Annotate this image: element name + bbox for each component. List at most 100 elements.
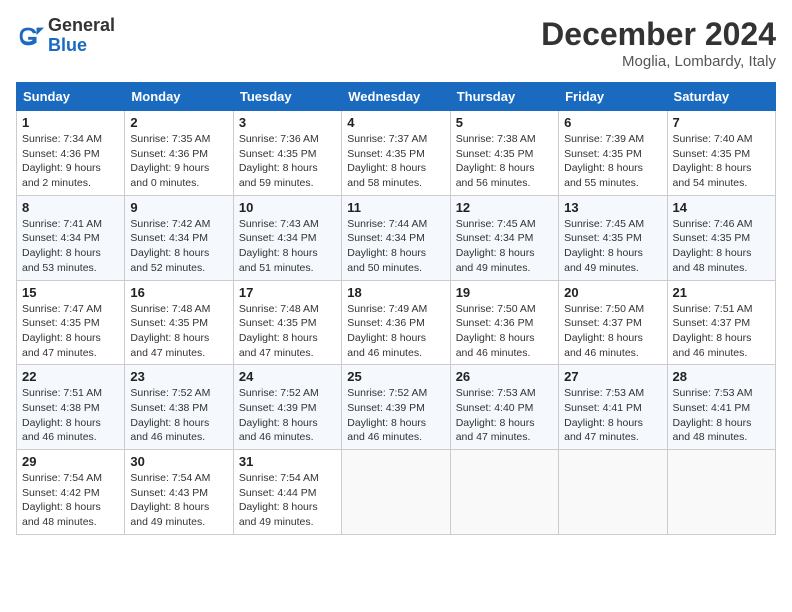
- calendar-cell: 28 Sunrise: 7:53 AM Sunset: 4:41 PM Dayl…: [667, 365, 775, 450]
- day-info: Sunrise: 7:52 AM Sunset: 4:39 PM Dayligh…: [347, 386, 444, 445]
- day-info: Sunrise: 7:38 AM Sunset: 4:35 PM Dayligh…: [456, 132, 553, 191]
- calendar-cell: 21 Sunrise: 7:51 AM Sunset: 4:37 PM Dayl…: [667, 280, 775, 365]
- day-info: Sunrise: 7:34 AM Sunset: 4:36 PM Dayligh…: [22, 132, 119, 191]
- day-number: 5: [456, 115, 553, 130]
- calendar-cell: [450, 450, 558, 535]
- day-info: Sunrise: 7:54 AM Sunset: 4:42 PM Dayligh…: [22, 471, 119, 530]
- day-number: 16: [130, 285, 227, 300]
- day-number: 7: [673, 115, 770, 130]
- location: Moglia, Lombardy, Italy: [541, 53, 776, 70]
- logo-blue-text: Blue: [48, 36, 115, 56]
- calendar-cell: 15 Sunrise: 7:47 AM Sunset: 4:35 PM Dayl…: [17, 280, 125, 365]
- logo-text: General Blue: [48, 16, 115, 56]
- day-info: Sunrise: 7:54 AM Sunset: 4:43 PM Dayligh…: [130, 471, 227, 530]
- calendar-cell: 4 Sunrise: 7:37 AM Sunset: 4:35 PM Dayli…: [342, 111, 450, 196]
- day-info: Sunrise: 7:46 AM Sunset: 4:35 PM Dayligh…: [673, 217, 770, 276]
- calendar-cell: 8 Sunrise: 7:41 AM Sunset: 4:34 PM Dayli…: [17, 195, 125, 280]
- day-info: Sunrise: 7:47 AM Sunset: 4:35 PM Dayligh…: [22, 302, 119, 361]
- day-info: Sunrise: 7:44 AM Sunset: 4:34 PM Dayligh…: [347, 217, 444, 276]
- day-number: 29: [22, 454, 119, 469]
- day-number: 6: [564, 115, 661, 130]
- day-number: 17: [239, 285, 336, 300]
- day-number: 3: [239, 115, 336, 130]
- day-number: 26: [456, 369, 553, 384]
- day-number: 23: [130, 369, 227, 384]
- day-info: Sunrise: 7:54 AM Sunset: 4:44 PM Dayligh…: [239, 471, 336, 530]
- calendar-cell: [667, 450, 775, 535]
- day-number: 30: [130, 454, 227, 469]
- day-info: Sunrise: 7:39 AM Sunset: 4:35 PM Dayligh…: [564, 132, 661, 191]
- day-number: 4: [347, 115, 444, 130]
- day-number: 27: [564, 369, 661, 384]
- calendar-cell: 2 Sunrise: 7:35 AM Sunset: 4:36 PM Dayli…: [125, 111, 233, 196]
- col-header-sunday: Sunday: [17, 83, 125, 111]
- day-info: Sunrise: 7:48 AM Sunset: 4:35 PM Dayligh…: [130, 302, 227, 361]
- calendar-cell: 10 Sunrise: 7:43 AM Sunset: 4:34 PM Dayl…: [233, 195, 341, 280]
- day-info: Sunrise: 7:43 AM Sunset: 4:34 PM Dayligh…: [239, 217, 336, 276]
- calendar-cell: 29 Sunrise: 7:54 AM Sunset: 4:42 PM Dayl…: [17, 450, 125, 535]
- calendar-cell: 20 Sunrise: 7:50 AM Sunset: 4:37 PM Dayl…: [559, 280, 667, 365]
- day-info: Sunrise: 7:35 AM Sunset: 4:36 PM Dayligh…: [130, 132, 227, 191]
- calendar-cell: 16 Sunrise: 7:48 AM Sunset: 4:35 PM Dayl…: [125, 280, 233, 365]
- calendar-cell: 1 Sunrise: 7:34 AM Sunset: 4:36 PM Dayli…: [17, 111, 125, 196]
- day-info: Sunrise: 7:40 AM Sunset: 4:35 PM Dayligh…: [673, 132, 770, 191]
- logo-general: General: [48, 16, 115, 36]
- calendar-cell: 25 Sunrise: 7:52 AM Sunset: 4:39 PM Dayl…: [342, 365, 450, 450]
- day-info: Sunrise: 7:50 AM Sunset: 4:36 PM Dayligh…: [456, 302, 553, 361]
- day-number: 22: [22, 369, 119, 384]
- day-info: Sunrise: 7:37 AM Sunset: 4:35 PM Dayligh…: [347, 132, 444, 191]
- day-info: Sunrise: 7:36 AM Sunset: 4:35 PM Dayligh…: [239, 132, 336, 191]
- calendar-cell: 11 Sunrise: 7:44 AM Sunset: 4:34 PM Dayl…: [342, 195, 450, 280]
- calendar-cell: 7 Sunrise: 7:40 AM Sunset: 4:35 PM Dayli…: [667, 111, 775, 196]
- col-header-saturday: Saturday: [667, 83, 775, 111]
- day-info: Sunrise: 7:53 AM Sunset: 4:40 PM Dayligh…: [456, 386, 553, 445]
- day-number: 20: [564, 285, 661, 300]
- calendar-cell: 27 Sunrise: 7:53 AM Sunset: 4:41 PM Dayl…: [559, 365, 667, 450]
- day-number: 13: [564, 200, 661, 215]
- day-number: 18: [347, 285, 444, 300]
- calendar-cell: [559, 450, 667, 535]
- day-info: Sunrise: 7:45 AM Sunset: 4:34 PM Dayligh…: [456, 217, 553, 276]
- day-number: 21: [673, 285, 770, 300]
- page-header: General Blue December 2024 Moglia, Lomba…: [16, 16, 776, 70]
- calendar-week-row: 15 Sunrise: 7:47 AM Sunset: 4:35 PM Dayl…: [17, 280, 776, 365]
- day-info: Sunrise: 7:41 AM Sunset: 4:34 PM Dayligh…: [22, 217, 119, 276]
- calendar-cell: 24 Sunrise: 7:52 AM Sunset: 4:39 PM Dayl…: [233, 365, 341, 450]
- calendar-cell: 13 Sunrise: 7:45 AM Sunset: 4:35 PM Dayl…: [559, 195, 667, 280]
- calendar-week-row: 8 Sunrise: 7:41 AM Sunset: 4:34 PM Dayli…: [17, 195, 776, 280]
- calendar-cell: 14 Sunrise: 7:46 AM Sunset: 4:35 PM Dayl…: [667, 195, 775, 280]
- col-header-wednesday: Wednesday: [342, 83, 450, 111]
- logo-icon: [16, 22, 44, 50]
- day-info: Sunrise: 7:52 AM Sunset: 4:39 PM Dayligh…: [239, 386, 336, 445]
- calendar-header-row: SundayMondayTuesdayWednesdayThursdayFrid…: [17, 83, 776, 111]
- day-info: Sunrise: 7:52 AM Sunset: 4:38 PM Dayligh…: [130, 386, 227, 445]
- day-number: 28: [673, 369, 770, 384]
- day-number: 2: [130, 115, 227, 130]
- calendar-cell: [342, 450, 450, 535]
- day-info: Sunrise: 7:53 AM Sunset: 4:41 PM Dayligh…: [673, 386, 770, 445]
- calendar-cell: 5 Sunrise: 7:38 AM Sunset: 4:35 PM Dayli…: [450, 111, 558, 196]
- calendar-cell: 3 Sunrise: 7:36 AM Sunset: 4:35 PM Dayli…: [233, 111, 341, 196]
- calendar-cell: 12 Sunrise: 7:45 AM Sunset: 4:34 PM Dayl…: [450, 195, 558, 280]
- logo: General Blue: [16, 16, 115, 56]
- calendar-cell: 9 Sunrise: 7:42 AM Sunset: 4:34 PM Dayli…: [125, 195, 233, 280]
- calendar-cell: 17 Sunrise: 7:48 AM Sunset: 4:35 PM Dayl…: [233, 280, 341, 365]
- day-number: 10: [239, 200, 336, 215]
- calendar-cell: 30 Sunrise: 7:54 AM Sunset: 4:43 PM Dayl…: [125, 450, 233, 535]
- day-number: 25: [347, 369, 444, 384]
- day-info: Sunrise: 7:49 AM Sunset: 4:36 PM Dayligh…: [347, 302, 444, 361]
- calendar-cell: 18 Sunrise: 7:49 AM Sunset: 4:36 PM Dayl…: [342, 280, 450, 365]
- calendar-week-row: 1 Sunrise: 7:34 AM Sunset: 4:36 PM Dayli…: [17, 111, 776, 196]
- calendar-cell: 22 Sunrise: 7:51 AM Sunset: 4:38 PM Dayl…: [17, 365, 125, 450]
- day-info: Sunrise: 7:51 AM Sunset: 4:37 PM Dayligh…: [673, 302, 770, 361]
- day-info: Sunrise: 7:50 AM Sunset: 4:37 PM Dayligh…: [564, 302, 661, 361]
- day-number: 19: [456, 285, 553, 300]
- day-number: 9: [130, 200, 227, 215]
- month-title: December 2024: [541, 16, 776, 53]
- day-info: Sunrise: 7:53 AM Sunset: 4:41 PM Dayligh…: [564, 386, 661, 445]
- day-number: 31: [239, 454, 336, 469]
- day-number: 8: [22, 200, 119, 215]
- day-info: Sunrise: 7:48 AM Sunset: 4:35 PM Dayligh…: [239, 302, 336, 361]
- day-number: 15: [22, 285, 119, 300]
- calendar-cell: 19 Sunrise: 7:50 AM Sunset: 4:36 PM Dayl…: [450, 280, 558, 365]
